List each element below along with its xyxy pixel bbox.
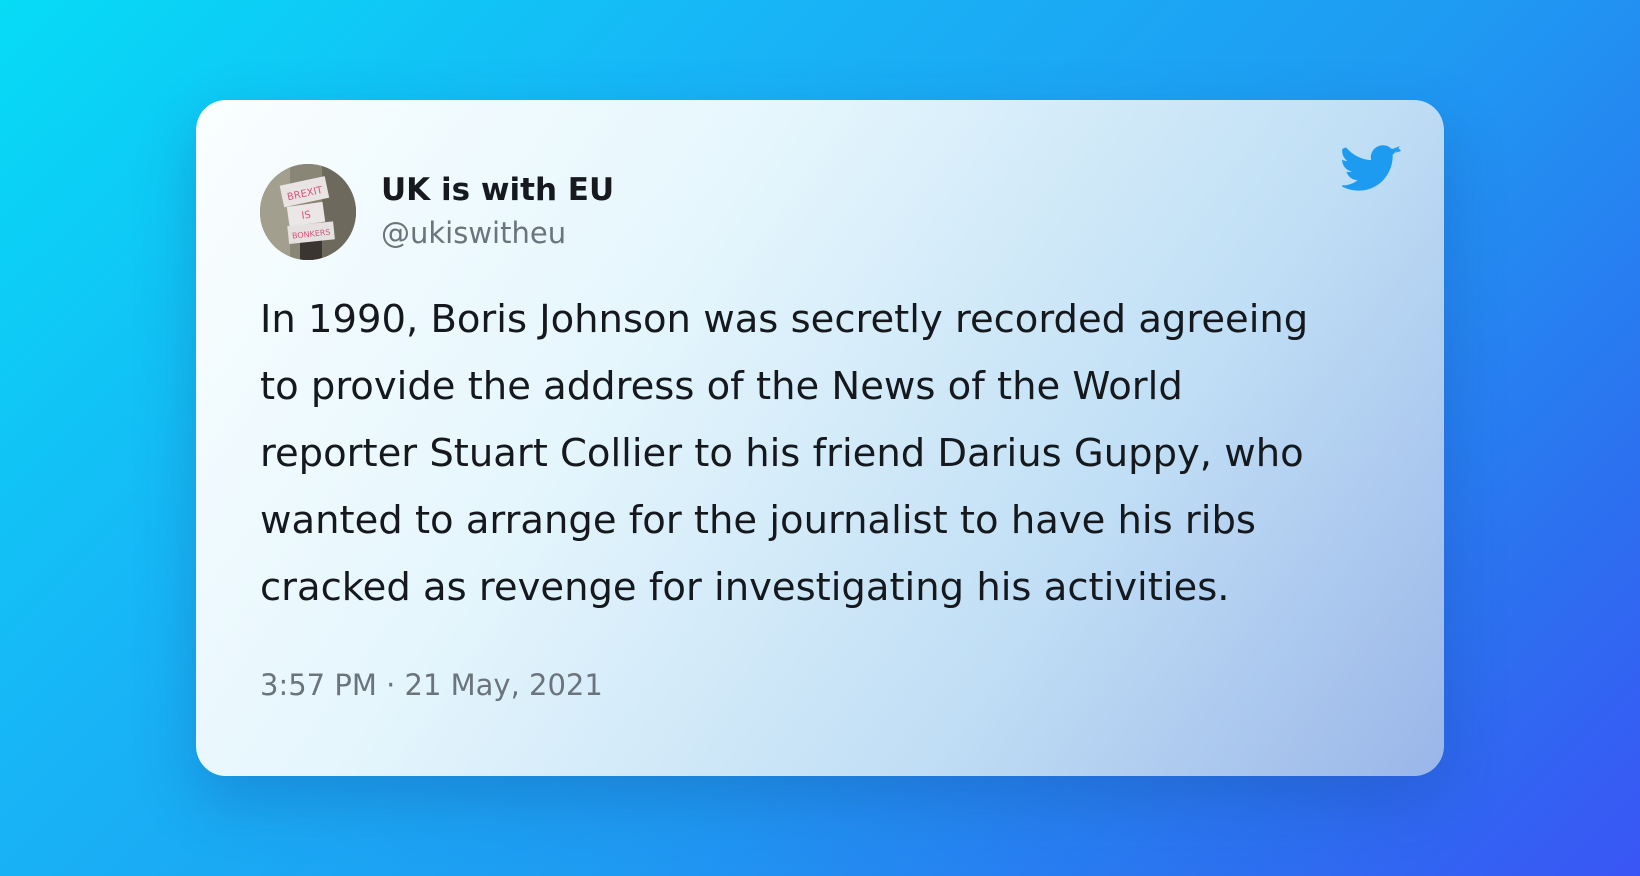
avatar[interactable]: BREXIT IS BONKERS: [260, 164, 356, 260]
tweet-card: BREXIT IS BONKERS UK is with EU @ukiswit…: [196, 100, 1444, 776]
tweet-text: In 1990, Boris Johnson was secretly reco…: [260, 297, 1309, 610]
twitter-bird-icon: [1339, 144, 1402, 194]
display-name[interactable]: UK is with EU: [381, 172, 614, 208]
user-handle[interactable]: @ukiswitheu: [381, 216, 566, 250]
tweet-timestamp[interactable]: 3:57 PM · 21 May, 2021: [260, 668, 603, 702]
avatar-image: BREXIT IS BONKERS: [260, 164, 356, 260]
sign-line-2: IS: [301, 210, 312, 222]
